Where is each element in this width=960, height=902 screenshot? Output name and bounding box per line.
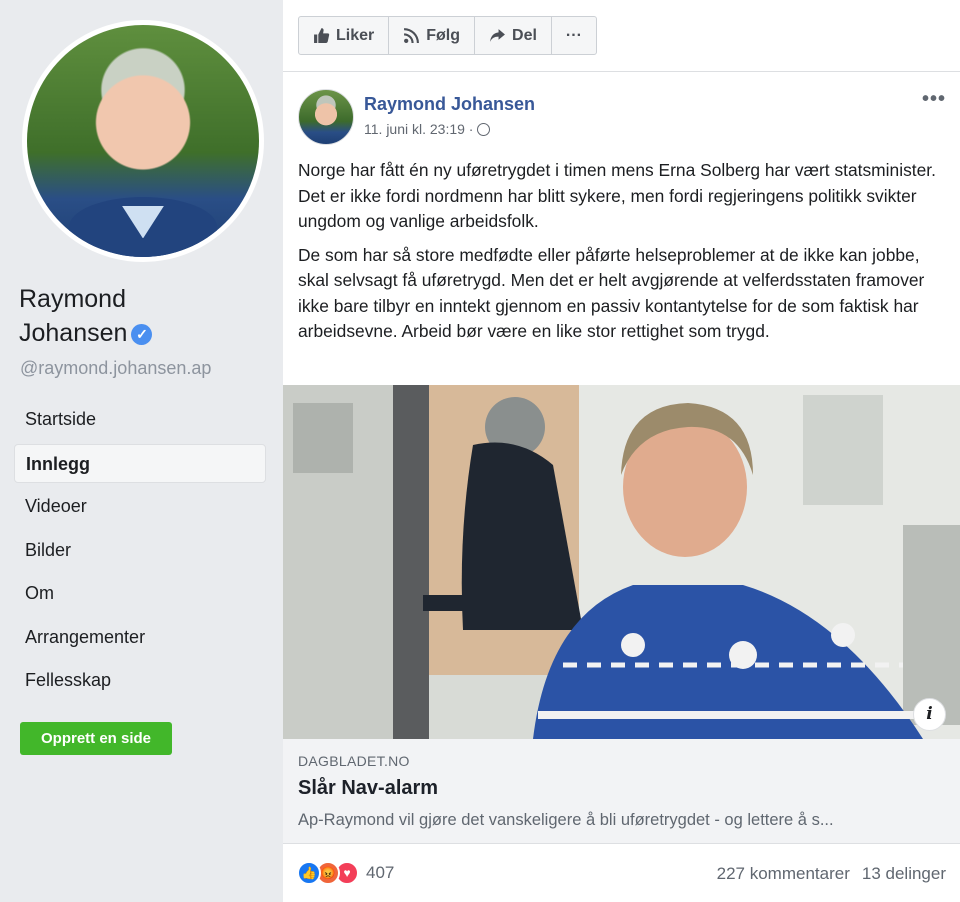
profile-photo-image xyxy=(27,25,259,257)
post-stats: 227 kommentarer 13 delinger xyxy=(717,864,946,884)
follow-label: Følg xyxy=(426,26,461,44)
sidebar-nav: Startside Innlegg Videoer Bilder Om Arra… xyxy=(14,400,266,705)
info-icon[interactable]: i xyxy=(913,698,946,731)
more-actions-button[interactable]: ··· xyxy=(552,17,596,54)
sidebar-item-fellesskap[interactable]: Fellesskap xyxy=(14,661,266,700)
post-timestamp[interactable]: 11. juni kl. 23:19 · xyxy=(364,121,473,137)
sidebar-item-om[interactable]: Om xyxy=(14,574,266,613)
post-options-icon[interactable]: ••• xyxy=(922,88,946,111)
page-sidebar: Raymond Johansen ✓ @raymond.johansen.ap S… xyxy=(0,0,283,902)
more-icon: ··· xyxy=(565,26,582,44)
page-name-line1: Raymond xyxy=(19,285,126,313)
share-label: Del xyxy=(512,26,537,44)
sidebar-item-arrangementer[interactable]: Arrangementer xyxy=(14,618,266,657)
sidebar-item-startside[interactable]: Startside xyxy=(14,400,266,439)
page-action-bar: Liker Følg Del ··· xyxy=(283,0,960,72)
link-domain: DAGBLADET.NO xyxy=(298,753,410,769)
post-footer: 👍 😡 ♥ 407 227 kommentarer 13 delinger xyxy=(283,844,960,902)
comments-count[interactable]: 227 kommentarer xyxy=(717,864,850,884)
post-paragraph: Norge har fått én ny uføretrygdet i time… xyxy=(298,160,936,231)
reactions-count: 407 xyxy=(366,863,395,882)
like-label: Liker xyxy=(336,26,375,44)
follow-page-button[interactable]: Følg xyxy=(389,17,476,54)
action-button-group: Liker Følg Del ··· xyxy=(298,16,597,55)
share-page-button[interactable]: Del xyxy=(475,17,552,54)
globe-icon xyxy=(477,122,491,136)
reactions-summary[interactable]: 👍 😡 ♥ 407 xyxy=(297,861,394,885)
post-body: Norge har fått én ny uføretrygdet i time… xyxy=(298,158,948,353)
post-meta: 11. juni kl. 23:19 · xyxy=(364,121,491,137)
sidebar-item-bilder[interactable]: Bilder xyxy=(14,531,266,570)
page-name-line2: Johansen xyxy=(19,319,128,347)
post-author-name[interactable]: Raymond Johansen xyxy=(364,94,535,115)
like-reaction-icon: 👍 xyxy=(297,861,321,885)
article-photo xyxy=(283,385,960,739)
create-page-button[interactable]: Opprett en side xyxy=(20,722,172,755)
verified-checkmark-icon: ✓ xyxy=(131,324,153,345)
post-paragraph: De som har så store medfødte eller påfør… xyxy=(298,244,925,342)
link-description: Ap-Raymond vil gjøre det vanskeligere å … xyxy=(298,811,834,829)
rss-follow-icon xyxy=(404,28,420,44)
page-name: Raymond Johansen ✓ xyxy=(19,282,153,350)
thumbs-up-icon xyxy=(314,28,330,43)
link-preview-image[interactable]: i xyxy=(283,385,960,739)
share-arrow-icon xyxy=(490,29,505,42)
profile-picture[interactable] xyxy=(22,20,264,262)
page-handle[interactable]: @raymond.johansen.ap xyxy=(20,358,211,379)
link-title[interactable]: Slår Nav-alarm xyxy=(298,777,438,800)
like-page-button[interactable]: Liker xyxy=(299,17,390,54)
link-preview-meta[interactable]: DAGBLADET.NO Slår Nav-alarm Ap-Raymond v… xyxy=(283,739,960,844)
post-author-avatar[interactable] xyxy=(298,89,354,145)
post-card: Raymond Johansen 11. juni kl. 23:19 · ••… xyxy=(283,72,960,902)
sidebar-item-innlegg[interactable]: Innlegg xyxy=(14,443,266,483)
shares-count[interactable]: 13 delinger xyxy=(862,864,946,884)
sidebar-item-videoer[interactable]: Videoer xyxy=(14,487,266,526)
